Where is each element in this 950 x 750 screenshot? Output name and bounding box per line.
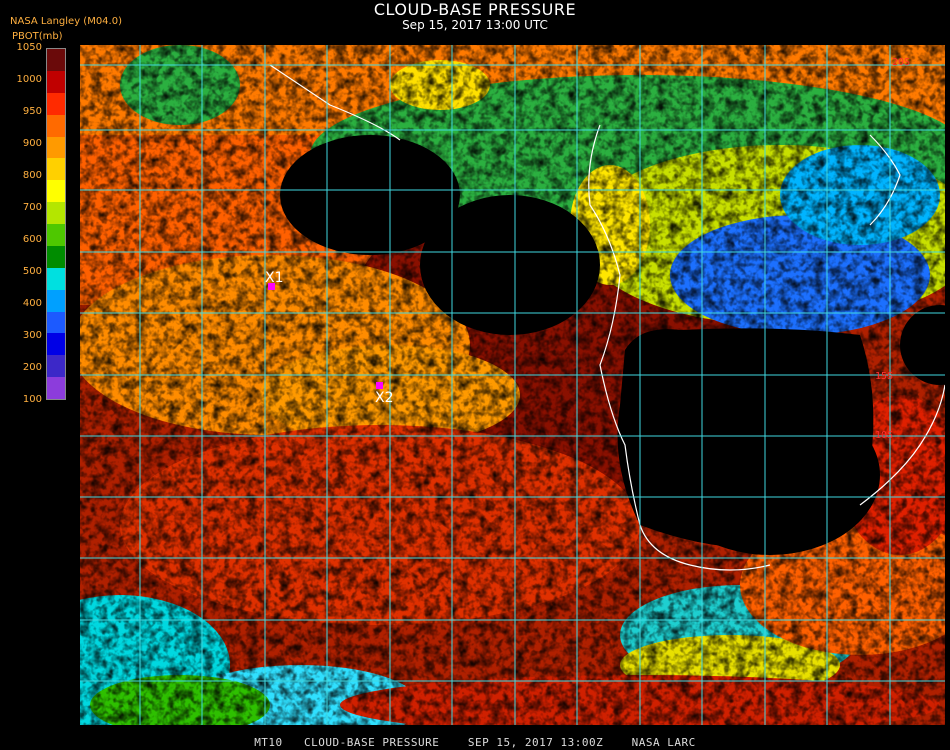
status-footer: MT10 CLOUD-BASE PRESSURE SEP 15, 2017 13… — [254, 736, 696, 749]
legend-swatch — [47, 377, 65, 399]
marker-x2-label: X2 — [375, 390, 394, 406]
grid-label-10s: 10S — [875, 430, 893, 441]
legend-swatch — [47, 158, 65, 181]
legend-swatch — [47, 136, 65, 159]
legend-swatch — [47, 311, 65, 334]
legend-tick-200: 200 — [22, 362, 42, 373]
legend-tick-1050: 1050 — [16, 42, 42, 53]
legend-tick-1000: 1000 — [16, 74, 42, 85]
legend-swatch — [47, 245, 65, 268]
legend-tick-100: 100 — [22, 394, 42, 405]
map-subtitle: Sep 15, 2017 13:00 UTC — [402, 18, 548, 32]
organization-label: NASA Langley (M04.0) — [10, 16, 122, 27]
legend-tick-700: 700 — [22, 202, 42, 213]
marker-x1-label: X1 — [265, 270, 284, 286]
legend-swatch — [47, 49, 65, 71]
unit-label: PBOT(mb) — [12, 31, 63, 42]
grid-label-15s: 15S — [875, 371, 893, 382]
legend-swatch — [47, 224, 65, 246]
legend-tick-600: 600 — [22, 234, 42, 245]
color-legend — [46, 48, 66, 400]
legend-swatch — [47, 355, 65, 378]
legend-swatch — [47, 114, 65, 137]
legend-swatch — [47, 289, 65, 312]
legend-tick-950: 950 — [22, 106, 42, 117]
legend-tick-300: 300 — [22, 330, 42, 341]
legend-tick-500: 500 — [22, 266, 42, 277]
map-title: CLOUD-BASE PRESSURE — [373, 0, 577, 19]
legend-swatch — [47, 333, 65, 356]
satellite-map[interactable]: 20S 15S 10S X1 X2 — [80, 45, 945, 725]
legend-tick-800: 800 — [22, 170, 42, 181]
legend-swatch — [47, 70, 65, 93]
legend-tick-400: 400 — [22, 298, 42, 309]
legend-swatch — [47, 202, 65, 224]
legend-tick-900: 900 — [22, 138, 42, 149]
legend-swatch — [47, 180, 65, 203]
legend-swatch — [47, 92, 65, 115]
grid-label-20s: 20S — [892, 57, 910, 68]
legend-swatch — [47, 267, 65, 290]
